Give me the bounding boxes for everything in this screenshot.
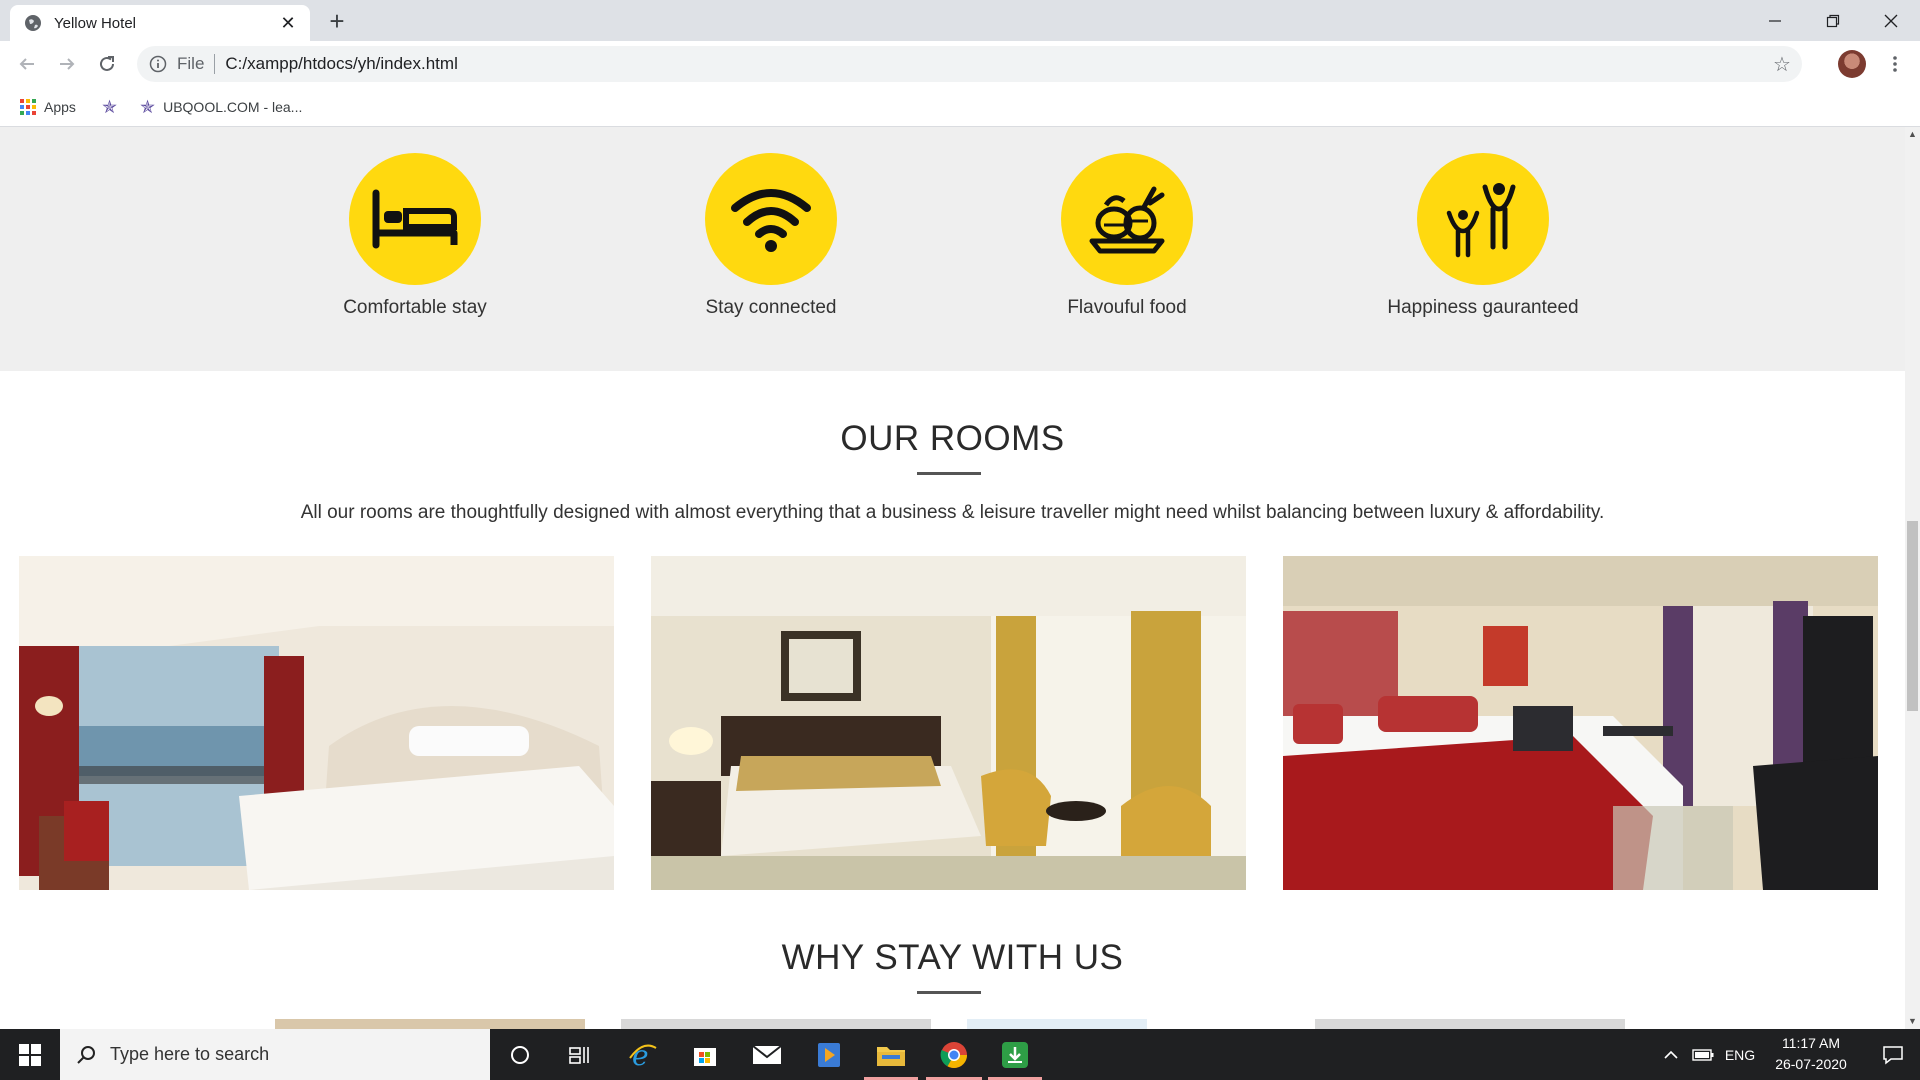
address-bar[interactable]: File C:/xampp/htdocs/yh/index.html ☆ bbox=[137, 46, 1802, 82]
food-basket-icon bbox=[1061, 153, 1193, 285]
why-title-underline bbox=[917, 991, 981, 994]
cortana-icon[interactable] bbox=[495, 1029, 545, 1080]
windows-start-icon[interactable] bbox=[0, 1029, 60, 1080]
language-indicator[interactable]: ENG bbox=[1722, 1029, 1758, 1080]
wifi-icon bbox=[705, 153, 837, 285]
rooms-title-underline bbox=[917, 472, 981, 475]
globe-icon bbox=[25, 15, 41, 31]
why-image-3 bbox=[967, 1019, 1147, 1029]
rooms-section-title: OUR ROOMS bbox=[840, 419, 1065, 458]
close-window-icon[interactable] bbox=[1862, 0, 1920, 41]
bookmark-star-icon: ✯ bbox=[140, 96, 156, 117]
restore-icon[interactable] bbox=[1804, 0, 1862, 41]
search-icon bbox=[77, 1045, 95, 1064]
reload-icon[interactable] bbox=[92, 49, 122, 79]
room-photo-3[interactable] bbox=[1283, 556, 1878, 890]
clock-time: 11:17 AM bbox=[1781, 1035, 1841, 1051]
feature-happiness-gauranteed: Happiness gauranteed bbox=[1373, 153, 1593, 319]
bookmark-star-icon[interactable]: ☆ bbox=[1762, 52, 1802, 77]
feature-label: Flavouful food bbox=[1067, 297, 1187, 318]
why-section-title: WHY STAY WITH US bbox=[781, 938, 1124, 977]
feature-flavouful-food: Flavouful food bbox=[1017, 153, 1237, 319]
file-explorer-icon[interactable] bbox=[866, 1029, 916, 1080]
room-photo-1[interactable] bbox=[19, 556, 614, 890]
info-icon[interactable] bbox=[149, 55, 167, 73]
scrollbar-thumb[interactable] bbox=[1907, 521, 1918, 711]
taskbar-search-box[interactable]: Type here to search bbox=[60, 1029, 490, 1080]
bookmark-label: Apps bbox=[44, 99, 76, 115]
rooms-description: All our rooms are thoughtfully designed … bbox=[300, 502, 1605, 523]
browser-tab-bar: Yellow Hotel ✕ + bbox=[0, 0, 1920, 41]
svg-text:e: e bbox=[632, 1040, 649, 1070]
menu-kebab-icon[interactable] bbox=[1880, 49, 1910, 79]
feature-stay-connected: Stay connected bbox=[661, 153, 881, 319]
browser-toolbar: File C:/xampp/htdocs/yh/index.html ☆ bbox=[0, 41, 1920, 87]
clock-date: 26-07-2020 bbox=[1775, 1056, 1847, 1072]
battery-icon[interactable] bbox=[1688, 1029, 1718, 1080]
url-text[interactable]: C:/xampp/htdocs/yh/index.html bbox=[225, 54, 1762, 74]
download-app-icon[interactable] bbox=[990, 1029, 1040, 1080]
bookmark-star-icon: ✯ bbox=[102, 96, 118, 117]
feature-comfortable-stay: Comfortable stay bbox=[305, 153, 525, 319]
why-image-4 bbox=[1315, 1019, 1625, 1029]
browser-tab[interactable]: Yellow Hotel ✕ bbox=[10, 5, 310, 41]
windows-taskbar: Type here to search e ENG 11:17 AM 26-07… bbox=[0, 1029, 1920, 1080]
mail-icon[interactable] bbox=[742, 1029, 792, 1080]
bookmark-ubqool[interactable]: ✯ UBQOOL.COM - lea... bbox=[140, 96, 302, 118]
why-image-1 bbox=[275, 1019, 585, 1029]
internet-explorer-icon[interactable]: e bbox=[618, 1029, 668, 1080]
task-view-icon[interactable] bbox=[555, 1029, 605, 1080]
new-tab-button[interactable]: + bbox=[322, 6, 352, 36]
feature-label: Comfortable stay bbox=[343, 297, 487, 318]
bookmarks-bar: Apps ✯ ✯ UBQOOL.COM - lea... bbox=[0, 87, 1920, 127]
search-placeholder: Type here to search bbox=[110, 1044, 270, 1064]
bed-icon bbox=[349, 153, 481, 285]
scroll-up-arrow-icon[interactable]: ▲ bbox=[1905, 127, 1920, 142]
apps-grid-icon bbox=[20, 99, 36, 115]
microsoft-store-icon[interactable] bbox=[680, 1029, 730, 1080]
profile-avatar[interactable] bbox=[1838, 50, 1866, 78]
notifications-icon[interactable] bbox=[1868, 1029, 1918, 1080]
bookmark-label: UBQOOL.COM - lea... bbox=[163, 99, 303, 115]
scroll-down-arrow-icon[interactable]: ▼ bbox=[1905, 1014, 1920, 1029]
bookmark-star-1[interactable]: ✯ bbox=[102, 96, 125, 118]
minimize-icon[interactable] bbox=[1746, 0, 1804, 41]
tray-chevron-up-icon[interactable] bbox=[1658, 1029, 1684, 1080]
url-protocol: File bbox=[177, 54, 205, 73]
page-scrollbar[interactable]: ▲ ▼ bbox=[1905, 127, 1920, 1029]
forward-arrow-icon[interactable] bbox=[52, 49, 82, 79]
system-clock[interactable]: 11:17 AM 26-07-2020 bbox=[1756, 1033, 1866, 1075]
features-band: Comfortable stay Stay connected Flavoufu… bbox=[0, 127, 1905, 371]
close-tab-icon[interactable]: ✕ bbox=[278, 13, 298, 34]
chrome-icon[interactable] bbox=[928, 1029, 980, 1080]
bookmark-apps[interactable]: Apps bbox=[20, 96, 76, 118]
media-player-icon[interactable] bbox=[804, 1029, 854, 1080]
back-arrow-icon[interactable] bbox=[12, 49, 42, 79]
why-image-2 bbox=[621, 1019, 931, 1029]
people-celebrate-icon bbox=[1417, 153, 1549, 285]
feature-label: Happiness gauranteed bbox=[1387, 297, 1579, 318]
url-separator bbox=[214, 54, 216, 74]
feature-label: Stay connected bbox=[705, 297, 837, 318]
tab-title: Yellow Hotel bbox=[54, 14, 136, 32]
page-viewport: Comfortable stay Stay connected Flavoufu… bbox=[0, 127, 1920, 1029]
room-photo-2[interactable] bbox=[651, 556, 1246, 890]
